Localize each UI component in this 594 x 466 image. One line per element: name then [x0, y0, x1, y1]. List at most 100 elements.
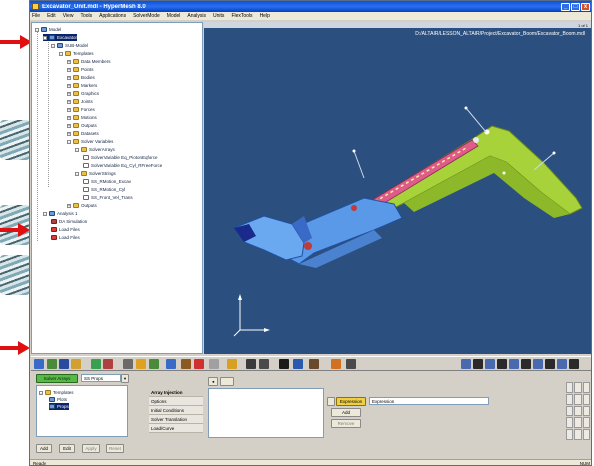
tree-item[interactable]: Load Files [51, 226, 80, 233]
mini-tree[interactable]: - Templates Plots Props [36, 385, 128, 437]
collapse-icon[interactable]: - [43, 211, 47, 216]
joint-marker[interactable] [351, 205, 357, 211]
collapse-icon[interactable]: - [67, 139, 71, 144]
collapse-icon[interactable]: - [59, 51, 63, 56]
excavator-model-render[interactable] [204, 28, 591, 354]
view-control-button[interactable] [574, 405, 582, 417]
maximize-button[interactable]: □ [571, 2, 580, 11]
joint-marker[interactable] [484, 129, 490, 135]
view-toolbar-button[interactable] [545, 359, 555, 369]
view-toolbar-button[interactable] [497, 359, 507, 369]
tree-item[interactable]: + Points [67, 66, 94, 73]
toolbar-button[interactable] [103, 359, 113, 369]
view-toolbar-button[interactable] [557, 359, 567, 369]
mini-tree-item[interactable]: Plots [49, 396, 67, 403]
tree-item[interactable]: + Data Members [67, 58, 111, 65]
tree-item[interactable]: + Datasets [67, 130, 99, 137]
tree-item[interactable]: - Analysis 1 [43, 210, 78, 217]
menu-item[interactable]: Analysis [187, 13, 206, 19]
menu-item[interactable]: View [63, 13, 74, 19]
menu-item[interactable]: Edit [47, 13, 56, 19]
toolbar-button[interactable] [136, 359, 146, 369]
mini-tree-item[interactable]: - Templates [39, 389, 74, 396]
tree-item[interactable]: SS_RMotion_Cyl [83, 186, 125, 193]
tree-item[interactable]: + Outputs [67, 122, 97, 129]
remove-row-button[interactable]: Remove [331, 419, 361, 428]
tree-item[interactable]: + Graphics [67, 90, 99, 97]
tree-item[interactable]: - SUB-Model [51, 42, 88, 49]
expand-icon[interactable]: + [67, 83, 71, 88]
expand-icon[interactable]: + [67, 91, 71, 96]
tree-item[interactable]: + Motions [67, 114, 97, 121]
toolbar-button[interactable] [123, 359, 133, 369]
tree-item[interactable]: + Bodies [67, 74, 95, 81]
expand-icon[interactable]: + [67, 123, 71, 128]
collector-combo[interactable]: SS Props [81, 374, 121, 382]
view-toolbar-button[interactable] [569, 359, 579, 369]
combo-arrow[interactable]: ▾ [121, 374, 129, 383]
joint-marker[interactable] [473, 137, 479, 143]
menu-item[interactable]: Units [213, 13, 224, 19]
tree-item[interactable]: SS_RMotion_Excav [83, 178, 131, 185]
tree-item[interactable]: SolverVariable Eq_PiotonEqforce [83, 154, 157, 161]
tree-item[interactable]: Load Files [51, 234, 80, 241]
view-control-button[interactable] [566, 393, 574, 405]
model-browser-tree[interactable]: - Model - Excavator - SUB-Model - Templates + Dat… [31, 22, 203, 354]
view-control-button[interactable] [566, 429, 574, 440]
tree-item[interactable]: SolverVariable Eq_Cyl_RFreeForce [83, 162, 162, 169]
apply-button[interactable]: Apply [82, 444, 100, 453]
view-control-button[interactable] [566, 382, 574, 393]
close-button[interactable]: x [581, 2, 590, 11]
tree-item[interactable]: - Templates [59, 50, 94, 57]
tree-item[interactable]: + Forces [67, 106, 95, 113]
view-control-button[interactable] [582, 382, 590, 393]
menu-item[interactable]: Model [167, 13, 181, 19]
panel-tab[interactable]: ◂ [208, 377, 218, 386]
toolbar-button[interactable] [59, 359, 69, 369]
add-button[interactable]: Add [36, 444, 52, 453]
load-curve-tab[interactable]: Load/Curve [149, 424, 203, 433]
reset-button[interactable]: Reset [106, 444, 124, 453]
tree-item[interactable]: - Model [35, 26, 61, 33]
view-control-button[interactable] [582, 429, 590, 440]
tree-item[interactable]: SS_Front_Vel_Trans [83, 194, 133, 201]
view-toolbar-button[interactable] [533, 359, 543, 369]
expression-field[interactable]: Expression [369, 397, 489, 405]
tree-item[interactable]: - Excavator [43, 34, 78, 41]
tree-item[interactable]: - SolverStrings [75, 170, 116, 177]
view-control-button[interactable] [582, 393, 590, 405]
menu-item[interactable]: Help [260, 13, 270, 19]
toolbar-button[interactable] [209, 359, 219, 369]
toolbar-button[interactable] [47, 359, 57, 369]
collapse-icon[interactable]: - [35, 27, 39, 32]
joint-marker[interactable] [304, 242, 312, 250]
tree-item[interactable]: + Markers [67, 82, 97, 89]
tree-item[interactable]: - SolverArrays [75, 146, 115, 153]
toolbar-button[interactable] [194, 359, 204, 369]
small-toggle[interactable] [327, 397, 335, 406]
toolbar-button[interactable] [331, 359, 341, 369]
tree-item[interactable]: + Outputs [67, 202, 97, 209]
view-control-button[interactable] [574, 382, 582, 393]
expression-button[interactable]: Expression [336, 397, 366, 406]
expand-icon[interactable]: + [67, 99, 71, 104]
expand-icon[interactable]: + [67, 131, 71, 136]
collapse-icon[interactable]: - [75, 147, 79, 152]
toolbar-button[interactable] [309, 359, 319, 369]
toolbar-button[interactable] [181, 359, 191, 369]
toolbar-button[interactable] [279, 359, 289, 369]
toolbar-button[interactable] [346, 359, 356, 369]
view-control-button[interactable] [582, 405, 590, 417]
toolbar-button[interactable] [71, 359, 81, 369]
expand-icon[interactable]: + [67, 75, 71, 80]
menu-item[interactable]: File [32, 13, 40, 19]
view-toolbar-button[interactable] [473, 359, 483, 369]
toolbar-button[interactable] [246, 359, 256, 369]
view-control-button[interactable] [574, 429, 582, 440]
view-toolbar-button[interactable] [509, 359, 519, 369]
menu-item[interactable]: FlexTools [231, 13, 252, 19]
toolbar-button[interactable] [293, 359, 303, 369]
toolbar-button[interactable] [166, 359, 176, 369]
tree-item[interactable]: + Joints [67, 98, 93, 105]
minimize-button[interactable]: _ [561, 2, 570, 11]
